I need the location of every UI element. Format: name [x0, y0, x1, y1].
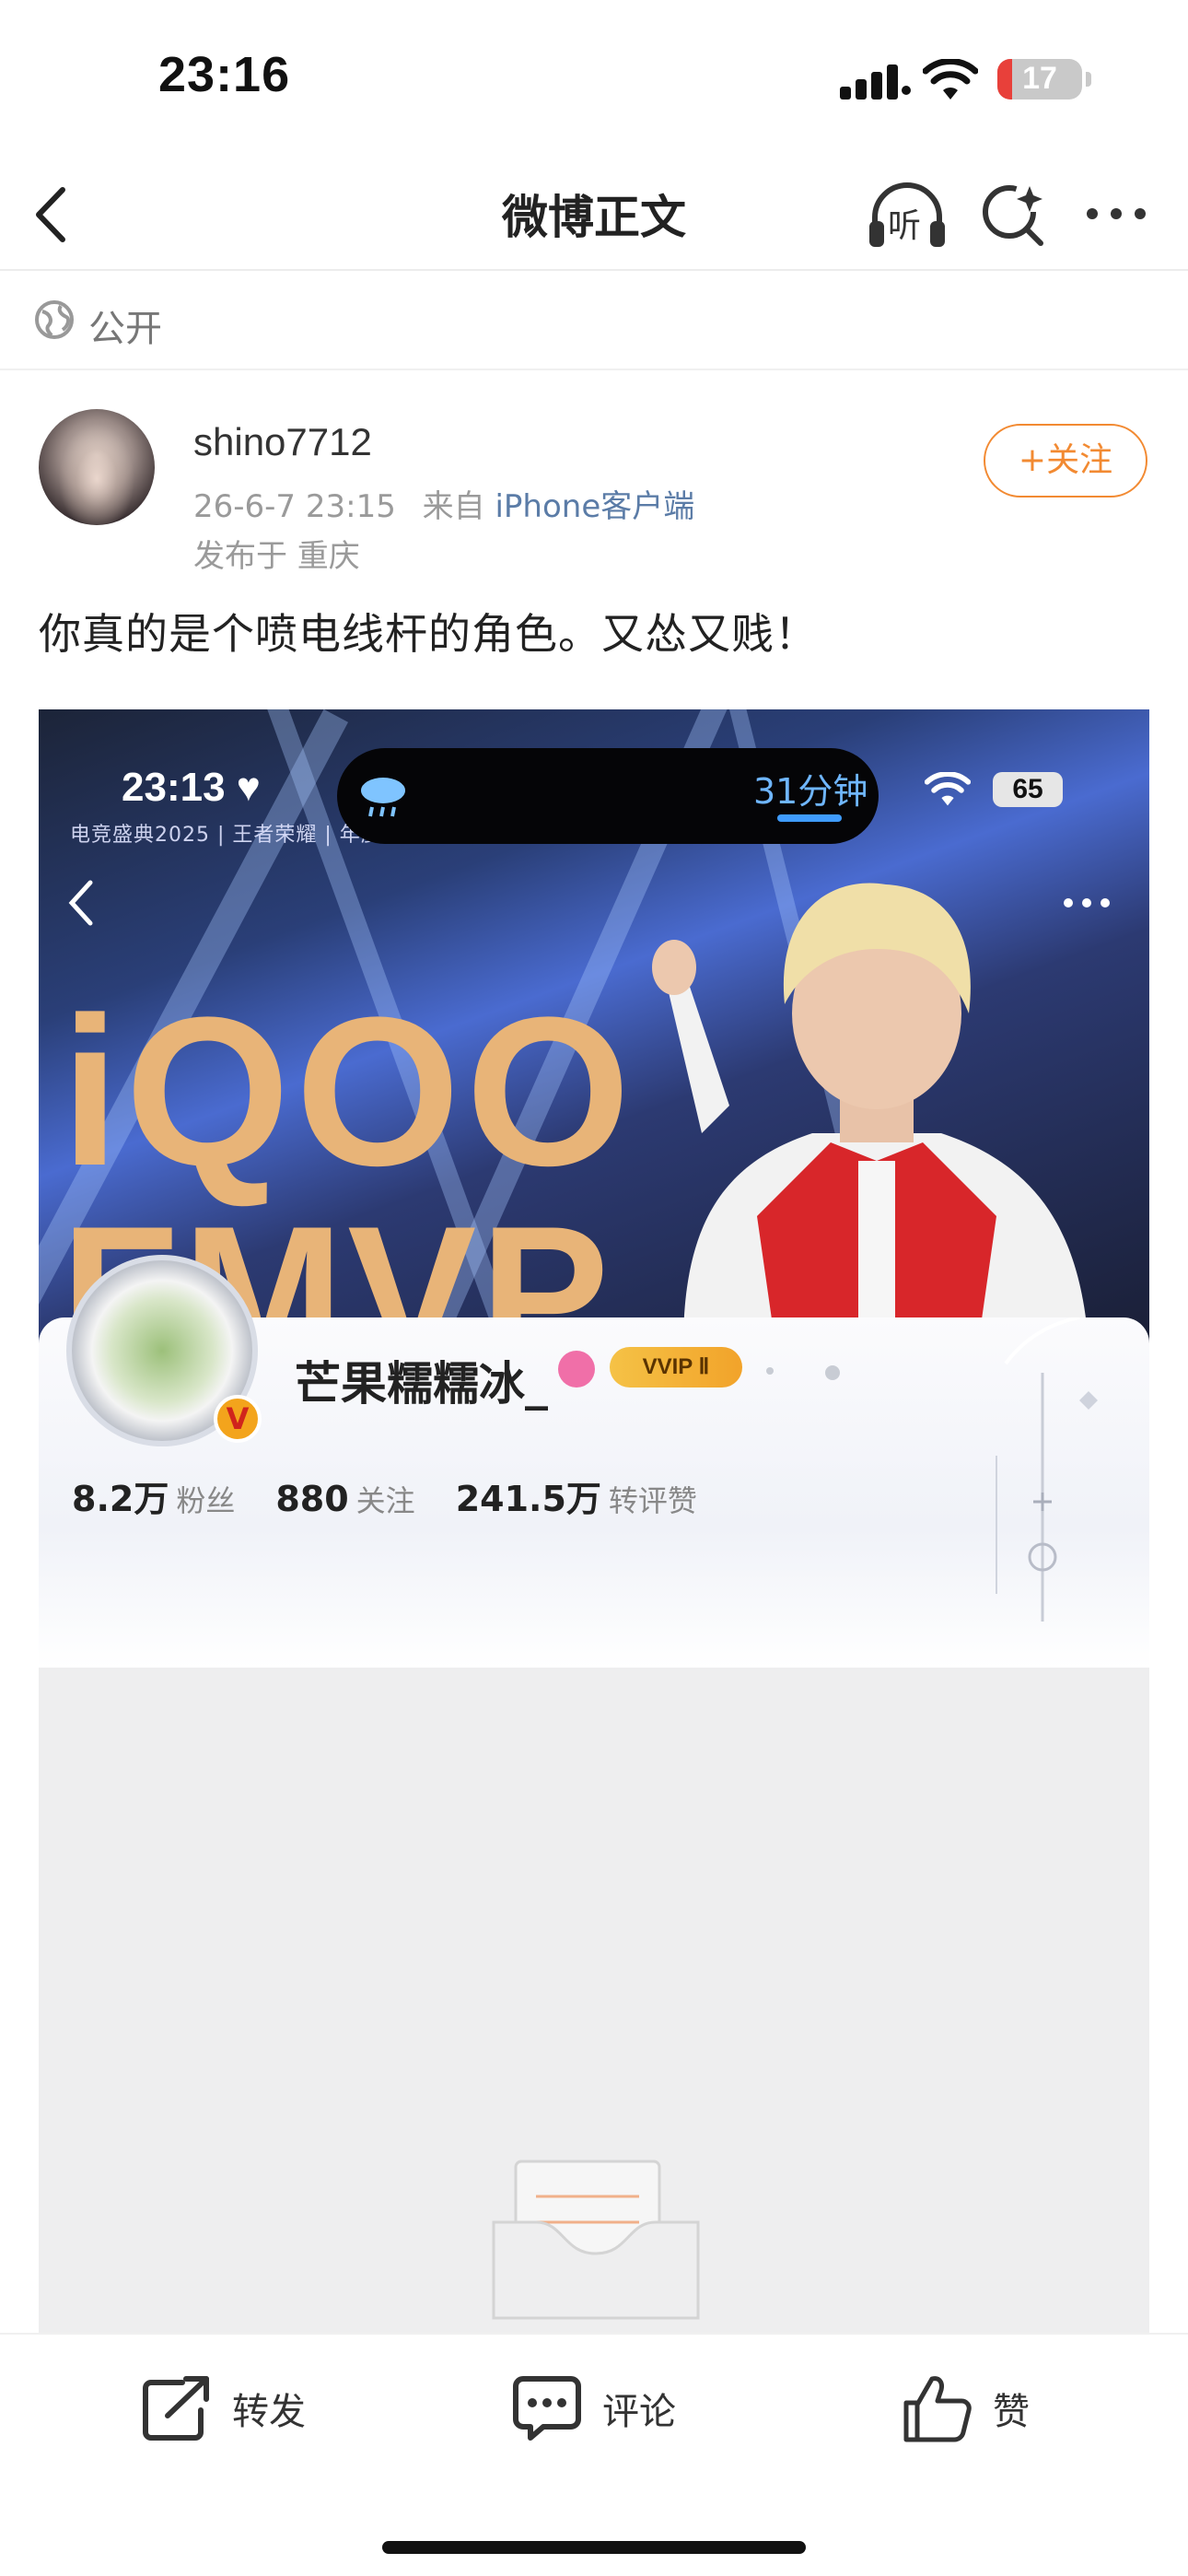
post-text: 你真的是个喷电线杆的角色。又怂又贱！: [39, 609, 818, 659]
comment-button[interactable]: 评论: [512, 2371, 676, 2445]
image-wifi-icon: [925, 772, 971, 806]
visibility-label: 公开: [88, 308, 162, 350]
author-name[interactable]: shino7712: [193, 420, 372, 464]
post-source-link[interactable]: iPhone客户端: [495, 488, 694, 525]
signal-icon: [840, 64, 911, 100]
refresh-search-icon[interactable]: [980, 181, 1046, 247]
image-more-icon: [1064, 898, 1110, 907]
image-hero-photo: 电竞盛典2025 | 王者荣耀 | 年度颁奖 iQOO FMVP 23:13 ♥…: [39, 709, 1149, 1345]
rain-cloud-icon: [361, 778, 405, 817]
repost-label: 转发: [232, 2391, 306, 2433]
comment-label: 评论: [602, 2391, 676, 2433]
thumbs-up-icon: [903, 2376, 972, 2442]
post-meta: 26-6-7 23:15 来自 iPhone客户端: [193, 481, 694, 526]
nav-bar: 微博正文 听: [0, 157, 1188, 271]
wifi-icon: [923, 59, 978, 100]
follow-button[interactable]: +关注: [984, 424, 1147, 498]
action-bar: 转发 评论 赞: [0, 2333, 1188, 2482]
stat-value: 241.5万: [455, 1479, 601, 1519]
stat-label: 关注: [355, 1483, 415, 1518]
like-label: 赞: [993, 2391, 1030, 2433]
status-time: 23:16: [158, 47, 291, 102]
like-button[interactable]: 赞: [903, 2371, 1030, 2445]
avatar-hair: [48, 409, 146, 525]
image-profile-stats: 8.2万 粉丝 880 关注 241.5万 转评赞: [72, 1470, 738, 1521]
post-location: 发布于 重庆: [193, 538, 360, 575]
stat-value: 880: [275, 1479, 349, 1519]
decorative-sparkles: [996, 1317, 1098, 1622]
stat-label: 转评赞: [608, 1483, 697, 1518]
repost-button[interactable]: 转发: [142, 2371, 306, 2445]
vvip-badge: VVIP Ⅱ: [610, 1347, 742, 1388]
search-badge-icon: [558, 1351, 595, 1388]
image-hero-text-1: iQOO: [61, 973, 636, 1210]
globe-icon: [35, 300, 74, 339]
image-status-time: 23:13 ♥: [122, 765, 261, 810]
heart-icon: ♥: [236, 765, 261, 810]
battery-tip: [1086, 72, 1091, 87]
image-battery: 65: [993, 772, 1063, 807]
author-avatar[interactable]: [39, 409, 155, 525]
more-icon[interactable]: [1083, 203, 1149, 225]
post-from-prefix: 来自: [422, 488, 485, 525]
empty-content-icon: [492, 2160, 700, 2320]
image-back-icon: [68, 880, 93, 926]
stat-value: 8.2万: [72, 1479, 169, 1519]
image-profile-name: 芒果糯糯冰_: [295, 1357, 548, 1411]
visibility-row: 公开: [0, 273, 1188, 370]
listen-button[interactable]: 听: [866, 181, 949, 251]
image-island-text: 31分钟: [753, 771, 868, 812]
verified-badge-icon: V: [214, 1395, 262, 1443]
battery-percent: 17: [1022, 61, 1057, 96]
repost-icon: [143, 2376, 209, 2441]
decorative-dot: [825, 1365, 840, 1380]
battery-indicator: 17: [997, 59, 1082, 100]
home-indicator: [382, 2541, 806, 2554]
image-island-progress: [777, 814, 842, 822]
post-image[interactable]: 电竞盛典2025 | 王者荣耀 | 年度颁奖 iQOO FMVP 23:13 ♥…: [39, 709, 1149, 2405]
comment-icon: [513, 2376, 581, 2441]
status-bar: 23:16 17: [0, 0, 1188, 157]
stat-label: 粉丝: [176, 1483, 236, 1518]
post-date: 26-6-7 23:15: [193, 488, 396, 525]
decorative-dot: [766, 1367, 774, 1375]
person-figure: [652, 883, 1089, 1345]
listen-label: 听: [888, 207, 922, 245]
